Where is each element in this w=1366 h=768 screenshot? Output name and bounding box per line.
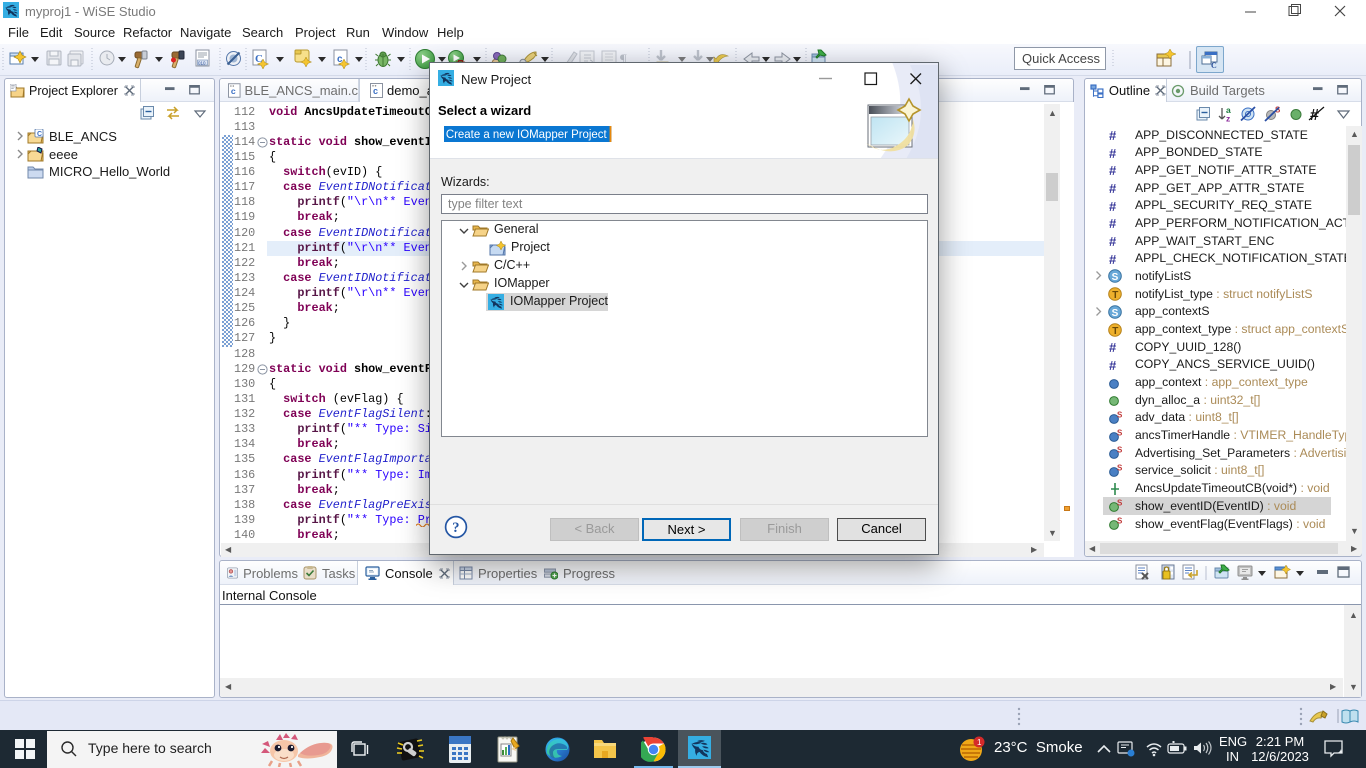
svg-text:S: S [1117, 464, 1122, 473]
svg-text:c: c [373, 86, 378, 96]
svg-text:S: S [1117, 446, 1122, 455]
svg-text:S: S [1117, 429, 1122, 438]
svg-text:010: 010 [198, 60, 206, 65]
svg-text:#: # [1109, 216, 1117, 230]
svg-text:#: # [1109, 146, 1117, 160]
svg-text:z: z [1226, 114, 1230, 124]
svg-text:#: # [1109, 199, 1117, 213]
svg-text:T: T [1112, 290, 1118, 301]
svg-text:S: S [1117, 517, 1122, 526]
svg-text:#: # [1109, 252, 1117, 266]
svg-text:c: c [231, 86, 236, 96]
svg-text:S: S [1117, 411, 1122, 420]
svg-text:C: C [1211, 61, 1217, 69]
svg-text:#: # [1109, 358, 1117, 372]
svg-text:S: S [1112, 308, 1119, 319]
svg-text:#: # [1109, 181, 1117, 195]
svg-text:#: # [1109, 234, 1117, 248]
svg-text:C: C [37, 131, 42, 138]
svg-text:S: S [1117, 499, 1122, 508]
svg-text:#: # [1109, 340, 1117, 354]
svg-text:1: 1 [977, 738, 982, 747]
svg-text:S: S [1112, 272, 1119, 283]
svg-text:?: ? [452, 520, 459, 536]
svg-text:T: T [1112, 326, 1118, 337]
svg-text:#: # [1109, 128, 1117, 142]
svg-text:#: # [1109, 163, 1117, 177]
